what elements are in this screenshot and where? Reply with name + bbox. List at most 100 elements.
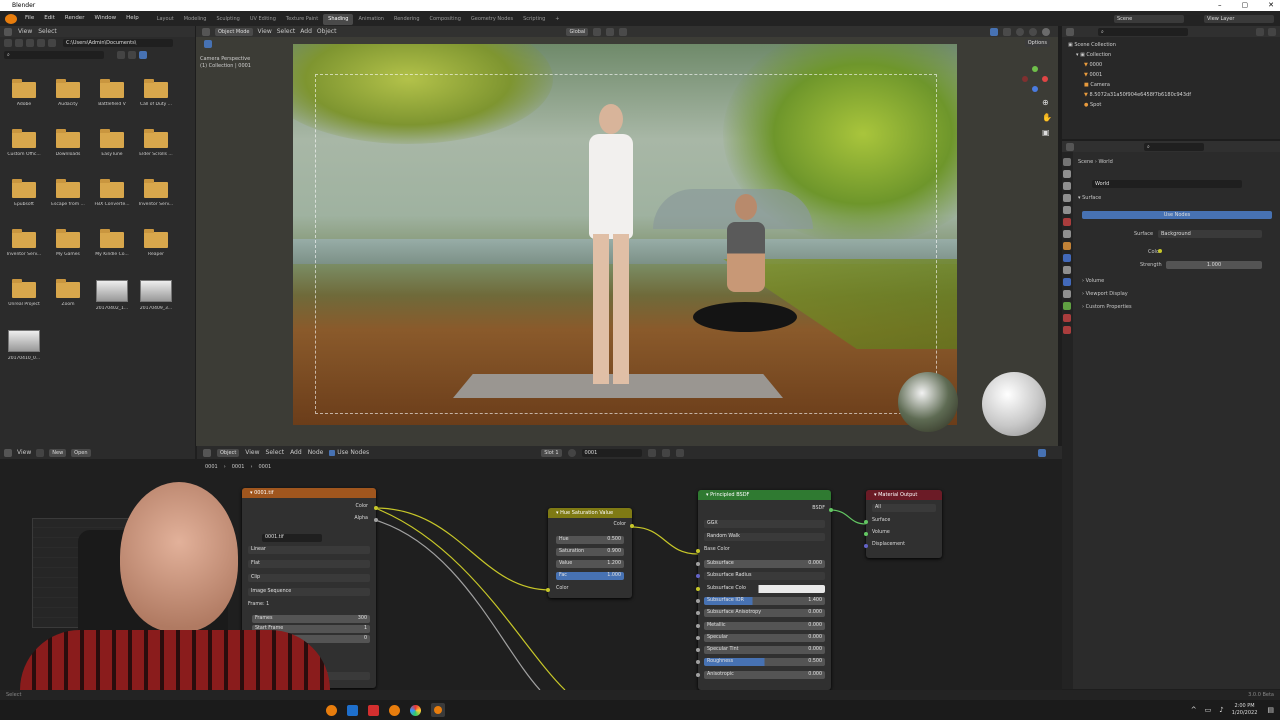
display-thumb-icon[interactable] — [128, 50, 136, 59]
image-file-item[interactable]: 20170410_0... — [2, 326, 46, 376]
viewport-editor-icon[interactable] — [202, 27, 210, 36]
tab-texture-paint[interactable]: Texture Paint — [281, 14, 323, 25]
hue-saturation-value-node[interactable]: ▾ Hue Saturation Value Color Hue 0.500 Sa… — [546, 508, 634, 598]
outliner-row-0000[interactable]: ▼ 0000 — [1068, 60, 1280, 70]
bsdf-field-subsurface-ior[interactable]: Subsurface IOR 1.400 — [704, 596, 825, 605]
custom-properties-section[interactable]: › Custom Properties — [1082, 304, 1132, 310]
tab-animation[interactable]: Animation — [353, 14, 389, 25]
mode-selector[interactable]: Object Mode — [215, 27, 253, 36]
outliner-row-spot[interactable]: ● Spot — [1068, 100, 1280, 110]
saturation-field[interactable]: Saturation 0.900 — [556, 548, 624, 556]
view-layer-selector[interactable]: View Layer — [1204, 14, 1274, 23]
vp-select-menu[interactable]: Select — [277, 28, 296, 35]
taskbar-blender-icon-2[interactable] — [389, 704, 400, 716]
viewport-display-section[interactable]: › Viewport Display — [1082, 291, 1128, 297]
filter-search-input[interactable]: ⌕ — [4, 50, 104, 59]
taskbar-blender-active-icon[interactable] — [431, 703, 445, 717]
bsdf-input-socket[interactable] — [696, 660, 700, 665]
menu-edit[interactable]: Edit — [39, 11, 60, 26]
bsdf-field-roughness[interactable]: Roughness 0.500 — [704, 658, 825, 667]
distribution-dropdown[interactable]: GGX — [704, 520, 825, 528]
display-list-icon[interactable] — [117, 50, 125, 59]
close-icon[interactable]: ✕ — [1268, 1, 1274, 9]
network-icon[interactable]: ▭ — [1205, 706, 1212, 714]
output-target-dropdown[interactable]: All — [872, 504, 936, 512]
props-tab-data-icon[interactable] — [1063, 302, 1071, 310]
surface-shader-field[interactable]: Background — [1158, 230, 1262, 238]
taskbar-blender-icon[interactable] — [326, 704, 337, 716]
bsdf-input-socket[interactable] — [696, 611, 700, 616]
solid-shading-icon[interactable] — [1016, 27, 1024, 36]
camera-view-icon[interactable]: ▣ — [1042, 128, 1050, 137]
folder-item[interactable]: Call of Duty ... — [134, 76, 178, 126]
image-out-color-socket[interactable] — [374, 506, 378, 510]
menu-render[interactable]: Render — [60, 11, 90, 26]
volume-section[interactable]: › Volume — [1082, 278, 1104, 284]
scene-selector[interactable]: Scene — [1114, 14, 1184, 23]
outliner-row-scene-collection[interactable]: ▣ Scene Collection — [1068, 40, 1280, 50]
props-tab-output-icon[interactable] — [1063, 182, 1071, 190]
overlay-icon[interactable] — [990, 27, 998, 36]
maximize-icon[interactable]: ▢ — [1242, 1, 1249, 9]
tab-rendering[interactable]: Rendering — [389, 14, 425, 25]
properties-editor-icon[interactable] — [1066, 142, 1074, 151]
fb-select-menu[interactable]: Select — [38, 28, 57, 35]
output-surface-socket[interactable] — [864, 520, 868, 524]
principled-bsdf-node[interactable]: ▾ Principled BSDF BSDF GGX Random Walk B… — [696, 490, 833, 690]
bsdf-input-socket[interactable] — [696, 623, 700, 628]
filter-icon[interactable] — [139, 50, 147, 59]
vp-view-menu[interactable]: View — [258, 28, 272, 35]
bsdf-field-metallic[interactable]: Metallic 0.000 — [704, 621, 825, 630]
zoom-icon[interactable]: ⊕ — [1042, 98, 1049, 107]
bsdf-input-socket[interactable] — [696, 562, 700, 566]
outliner-row-collection[interactable]: ▾ ▣ Collection — [1068, 50, 1280, 60]
gizmo-y-icon[interactable] — [1032, 66, 1038, 72]
bsdf-field-subsurface-anisotropy[interactable]: Subsurface Anisotropy 0.000 — [704, 609, 825, 618]
folder-item[interactable]: Battlefield V — [90, 76, 134, 126]
bsdf-out-socket[interactable] — [829, 508, 833, 512]
props-tab-material-icon[interactable] — [1063, 314, 1071, 322]
tab-uv-editing[interactable]: UV Editing — [245, 14, 281, 25]
use-nodes-button[interactable]: Use Nodes — [1082, 211, 1272, 219]
bsdf-input-socket[interactable] — [696, 598, 700, 603]
bsdf-input-socket[interactable] — [696, 648, 700, 653]
bsdf-input-socket[interactable] — [696, 574, 700, 579]
props-tab-texture-icon[interactable] — [1063, 326, 1071, 334]
folder-item[interactable]: Custom Offic... — [2, 126, 46, 176]
folder-item[interactable]: Unreal Project — [2, 276, 46, 326]
props-tab-object-icon[interactable] — [1063, 242, 1071, 250]
props-tab-physics-icon[interactable] — [1063, 278, 1071, 286]
fb-view-menu[interactable]: View — [18, 28, 32, 35]
tab-geometry-nodes[interactable]: Geometry Nodes — [466, 14, 518, 25]
props-tab-tool-icon[interactable] — [1063, 158, 1071, 166]
options-button[interactable]: Options — [1024, 39, 1050, 47]
gizmo-neg-x-icon[interactable] — [1022, 76, 1028, 82]
snap-icon[interactable] — [606, 27, 615, 36]
blender-logo-icon[interactable] — [5, 13, 17, 24]
refresh-icon[interactable] — [37, 39, 45, 47]
output-displacement-socket[interactable] — [864, 544, 868, 548]
new-folder-icon[interactable] — [48, 39, 56, 47]
vp-add-menu[interactable]: Add — [300, 28, 312, 35]
new-collection-icon[interactable] — [1268, 27, 1276, 36]
tab-modeling[interactable]: Modeling — [179, 14, 212, 25]
props-tab-world-icon[interactable] — [1063, 218, 1071, 226]
editor-type-icon[interactable] — [4, 27, 12, 36]
menu-file[interactable]: File — [20, 11, 39, 26]
clock[interactable]: 2:00 PM 1/20/2022 — [1232, 703, 1258, 717]
bsdf-input-socket[interactable] — [696, 586, 700, 591]
tab-layout[interactable]: Layout — [152, 14, 179, 25]
folder-item[interactable]: FBX Converte... — [90, 176, 134, 226]
gizmo-z-icon[interactable] — [1032, 86, 1038, 92]
gizmo-x-icon[interactable] — [1042, 76, 1048, 82]
bsdf-field-specular[interactable]: Specular 0.000 — [704, 633, 825, 642]
fac-field[interactable]: Fac 1.000 — [556, 572, 624, 580]
folder-item[interactable]: Downloads — [46, 126, 90, 176]
select-box-icon[interactable] — [204, 40, 212, 48]
hsv-out-color-socket[interactable] — [630, 524, 634, 528]
xray-icon[interactable] — [1003, 27, 1011, 36]
parent-dir-icon[interactable] — [26, 39, 34, 47]
tray-chevron-icon[interactable]: ^ — [1191, 706, 1197, 714]
bsdf-field-anisotropic[interactable]: Anisotropic 0.000 — [704, 670, 825, 679]
bsdf-field-specular-tint[interactable]: Specular Tint 0.000 — [704, 646, 825, 655]
